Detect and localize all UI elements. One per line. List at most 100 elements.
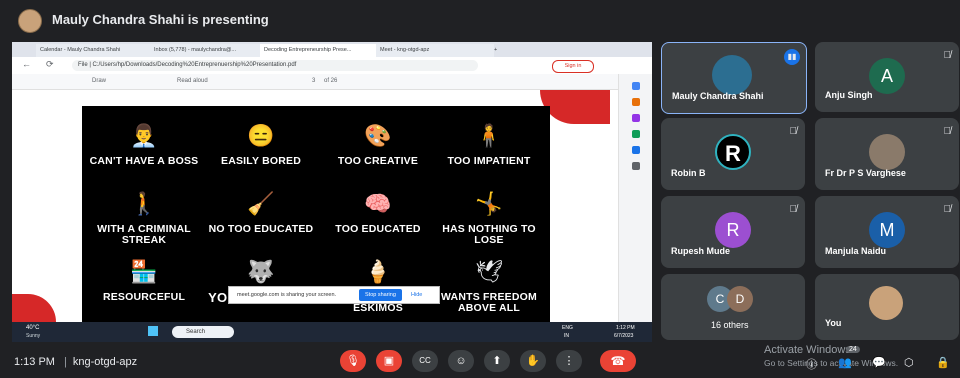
ice-cream-icon: 🍦 [364, 259, 392, 284]
language: ENG [562, 325, 573, 331]
more-options-button[interactable]: ⋮ [556, 350, 582, 372]
chat-icon[interactable]: 💬 [872, 356, 886, 369]
tab-label: Decoding Entrepreneurship Prese... [264, 47, 352, 53]
captions-button[interactable]: CC [412, 350, 438, 372]
participant-name: Rupesh Mude [671, 246, 731, 256]
camera-off-button[interactable]: ▣ [376, 350, 402, 372]
refresh-icon[interactable]: ⟳ [46, 59, 54, 70]
slide-item-label: CAN'T HAVE A BOSS [89, 155, 199, 167]
presenting-banner: Mauly Chandra Shahi is presenting [0, 0, 960, 40]
emoji-button[interactable]: ☺ [448, 350, 474, 372]
back-icon[interactable]: ← [22, 59, 31, 69]
mic-off-icon: 🎙̸ [789, 204, 798, 215]
speaking-indicator-icon: ▮▮ [784, 49, 800, 65]
dove-icon: 🕊 [475, 259, 503, 284]
browser-tab[interactable]: Inbox (5,778) - maulychandra@... [150, 44, 264, 57]
host-controls-icon[interactable]: 🔒 [936, 356, 950, 369]
mic-off-icon: 🎙̸ [943, 50, 952, 61]
new-tab-icon: + [494, 47, 498, 53]
slide-item: 🧹 NO TOO EDUCATED [206, 190, 316, 235]
participant-avatar: R [715, 134, 751, 170]
presenting-text: Mauly Chandra Shahi is presenting [52, 12, 269, 27]
weather-temp: 40°C [26, 325, 40, 331]
others-tile[interactable]: C D 16 others [661, 274, 805, 340]
tools-icon[interactable] [632, 98, 640, 106]
new-tab-button[interactable]: + [490, 44, 508, 57]
url-field[interactable]: File | C:/Users/hp/Downloads/Decoding%20… [72, 60, 478, 71]
page-number-field[interactable]: 3 [312, 74, 315, 89]
info-icon[interactable]: ⓘ [806, 356, 817, 372]
games-icon[interactable] [632, 114, 640, 122]
participant-count-badge: 24 [846, 346, 860, 353]
stop-sharing-button[interactable]: Stop sharing [359, 289, 402, 301]
people-icon[interactable]: 👥 [838, 356, 852, 369]
pdf-toolbar: Draw Read aloud 3 of 26 [12, 74, 618, 90]
tab-label: Meet - kng-otgd-apz [380, 47, 430, 53]
bored-face-icon: 😑 [247, 123, 275, 148]
mic-off-button[interactable]: 🎙 [340, 350, 366, 372]
self-avatar [869, 286, 903, 320]
activate-windows-watermark: Activate Windows [764, 344, 851, 356]
slide-item: 🤸 HAS NOTHING TO LOSE [434, 190, 544, 246]
edge-sidebar [618, 74, 652, 322]
hide-button[interactable]: Hide [411, 287, 422, 303]
address-bar-row: ← ⟳ File | C:/Users/hp/Downloads/Decodin… [12, 57, 652, 75]
slide-item-label: NO TOO EDUCATED [208, 223, 314, 235]
browser-tab[interactable]: Decoding Entrepreneurship Prese... [260, 44, 380, 57]
sign-in-button[interactable]: Sign in [552, 60, 594, 73]
slide-item-label: TOO CREATIVE [337, 155, 419, 167]
taskbar-search[interactable]: Search [172, 326, 234, 338]
read-aloud-button[interactable]: Read aloud [177, 74, 208, 89]
boss-icon: 👨‍💼 [130, 123, 158, 148]
participant-avatar: M [869, 212, 905, 248]
browser-tab[interactable]: Meet - kng-otgd-apz [376, 44, 494, 57]
brain-icon: 🧠 [364, 191, 392, 216]
shared-screen: Calendar - Mauly Chandra Shahi Inbox (5,… [12, 42, 652, 342]
slide-item: 🏪 RESOURCEFUL [89, 258, 199, 303]
tab-label: Inbox (5,778) - maulychandra@... [154, 47, 237, 53]
participant-name: Mauly Chandra Shahi [672, 91, 764, 101]
draw-button[interactable]: Draw [92, 74, 106, 89]
activities-icon[interactable]: ⬡ [904, 356, 914, 369]
palette-icon: 🎨 [364, 123, 392, 148]
raise-hand-button[interactable]: ✋ [520, 350, 546, 372]
slide-item: 🧍 TOO IMPATIENT [434, 122, 544, 167]
search-icon[interactable] [632, 82, 640, 90]
self-tile[interactable]: You [815, 274, 959, 340]
leave-call-button[interactable]: ☎ [600, 350, 636, 372]
participant-tile[interactable]: A 🎙̸ Anju Singh [815, 42, 959, 112]
participant-name: Robin B [671, 168, 706, 178]
presenter-avatar [18, 9, 42, 33]
taskbar-date: 6/7/2023 [614, 333, 634, 339]
participant-avatar [869, 134, 905, 170]
slide-item-label: WITH A CRIMINAL STREAK [97, 223, 191, 246]
participant-name: Fr Dr P S Varghese [825, 168, 906, 178]
janitor-icon: 🧹 [247, 191, 275, 216]
participant-tile[interactable]: 🎙̸ Fr Dr P S Varghese [815, 118, 959, 190]
windows-taskbar: 40°C Sunny Search ENG IN 1:12 PM 6/7/202… [12, 322, 652, 342]
slide-item-label: TOO IMPATIENT [447, 155, 531, 167]
participant-name: Manjula Naidu [825, 246, 887, 256]
slide-item-label: WANTS FREEDOM ABOVE ALL [441, 291, 537, 314]
page-count: of 26 [324, 78, 338, 84]
outlook-icon[interactable] [632, 146, 640, 154]
windows-start-icon[interactable] [148, 326, 158, 336]
taskbar-time: 1:12 PM [616, 325, 635, 331]
slide-item: 🧠 TOO EDUCATED [323, 190, 433, 235]
slide-item: 🎨 TOO CREATIVE [323, 122, 433, 167]
mic-off-icon: 🎙̸ [789, 126, 798, 137]
browser-tab-strip: Calendar - Mauly Chandra Shahi Inbox (5,… [12, 42, 652, 57]
participant-name: Anju Singh [825, 90, 873, 100]
slide-item: 😑 EASILY BORED [206, 122, 316, 167]
others-count: 16 others [711, 320, 749, 330]
participant-tile[interactable]: ▮▮ Mauly Chandra Shahi [661, 42, 807, 114]
browser-tab[interactable]: Calendar - Mauly Chandra Shahi [36, 44, 154, 57]
office-icon[interactable] [632, 130, 640, 138]
participant-tile[interactable]: R 🎙̸ Rupesh Mude [661, 196, 805, 268]
participant-tile[interactable]: M 🎙̸ Manjula Naidu [815, 196, 959, 268]
participant-tile[interactable]: R 🎙̸ Robin B [661, 118, 805, 190]
present-button[interactable]: ⬆ [484, 350, 510, 372]
taskbar-search-label: Search [186, 329, 206, 335]
add-icon[interactable] [632, 162, 640, 170]
slide-item: 👨‍💼 CAN'T HAVE A BOSS [89, 122, 199, 167]
